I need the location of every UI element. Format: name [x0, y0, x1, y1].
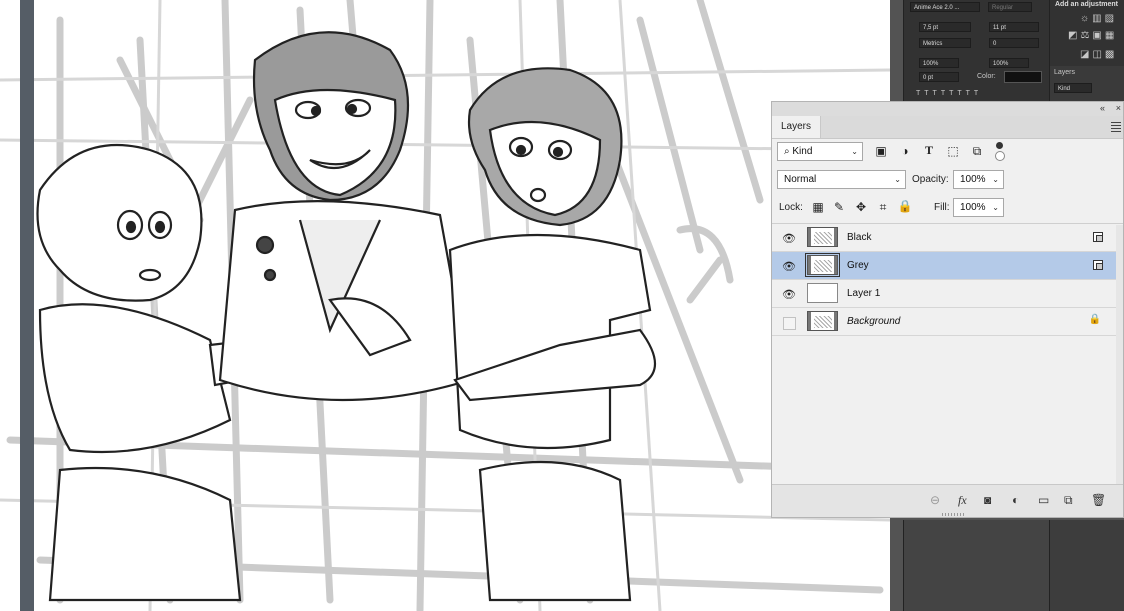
- add-mask-icon[interactable]: ◙: [984, 493, 991, 507]
- horizontal-scale-field[interactable]: 100%: [989, 58, 1029, 68]
- layer-name[interactable]: Background: [847, 316, 900, 327]
- panel-tab-bar: Layers: [772, 116, 1123, 139]
- fill-field[interactable]: 100% ⌄: [953, 198, 1004, 217]
- tracking-field[interactable]: 0: [989, 38, 1039, 48]
- layer-thumbnail[interactable]: [807, 227, 838, 247]
- mini-layers-filter[interactable]: Kind: [1054, 83, 1092, 93]
- lock-transparent-icon[interactable]: ▦: [810, 200, 826, 214]
- pixel-filter-icon[interactable]: ▣: [873, 144, 889, 158]
- kerning-field[interactable]: Metrics: [919, 38, 971, 48]
- resize-grip[interactable]: [942, 513, 964, 516]
- layer-name[interactable]: Grey: [847, 260, 869, 271]
- type-filter-icon[interactable]: T: [921, 143, 937, 158]
- visibility-eye-icon[interactable]: 👁: [782, 260, 796, 273]
- tab-layers[interactable]: Layers: [772, 116, 822, 138]
- font-size-field[interactable]: 7,5 pt: [919, 22, 971, 32]
- mini-layers-panel: Layers Kind: [1049, 66, 1124, 101]
- smart-object-badge-icon: [1093, 260, 1103, 270]
- layers-footer: ⊖ fx ◙ ◐ ▭ ⧉ 🗑: [772, 484, 1123, 517]
- lock-artboard-icon[interactable]: ⌗: [875, 200, 891, 215]
- mini-layers-tab[interactable]: Layers: [1054, 69, 1075, 76]
- lock-position-move-icon[interactable]: ✥: [853, 200, 869, 214]
- fill-label: Fill:: [934, 202, 950, 213]
- text-color-swatch[interactable]: [1004, 71, 1042, 83]
- text-style-buttons[interactable]: TTTTTTTT: [916, 90, 982, 97]
- delete-layer-trash-icon[interactable]: 🗑: [1091, 493, 1106, 507]
- chevron-down-icon: ⌄: [851, 147, 858, 156]
- visibility-toggle-empty[interactable]: [783, 317, 796, 330]
- new-layer-icon[interactable]: ⧉: [1064, 493, 1073, 508]
- layer-row-background[interactable]: Background 🔒: [772, 308, 1117, 336]
- fx-icon[interactable]: fx: [958, 493, 967, 508]
- filter-kind-select[interactable]: ⌕ Kind ⌄: [777, 142, 863, 161]
- dock-lower-area: [903, 520, 1049, 611]
- panel-title-bar[interactable]: « ×: [772, 102, 1123, 117]
- opacity-value: 100%: [960, 174, 986, 185]
- layers-panel[interactable]: « × Layers ⌕ Kind ⌄ ▣ ◑ T ⬚ ⧉ Normal ⌄ O…: [771, 101, 1124, 518]
- sketch-artwork: [0, 0, 890, 611]
- close-icon[interactable]: ×: [1116, 103, 1121, 113]
- smart-object-badge-icon: [1093, 232, 1103, 242]
- visibility-eye-icon[interactable]: 👁: [782, 232, 796, 245]
- adjustment-icons-row3[interactable]: ◪◫▩: [1080, 49, 1117, 60]
- lock-label: Lock:: [779, 202, 803, 213]
- collapse-icon[interactable]: «: [1100, 103, 1105, 113]
- dock-lower-area-right: [1049, 520, 1124, 611]
- layer-name[interactable]: Black: [847, 232, 871, 243]
- layer-row-grey[interactable]: 👁 Grey: [772, 252, 1117, 280]
- adjustment-icons-row1[interactable]: ☼▥▨: [1080, 13, 1117, 24]
- link-layers-icon[interactable]: ⊖: [930, 493, 940, 507]
- layers-scrollbar[interactable]: [1116, 225, 1123, 485]
- lock-icon: 🔒: [1088, 314, 1101, 325]
- character-panel: Anime Ace 2.0 ... Regular 7,5 pt 11 pt M…: [903, 0, 1049, 101]
- filter-toggle-icon[interactable]: [995, 142, 1005, 161]
- font-style-select[interactable]: Regular: [988, 2, 1032, 12]
- lock-image-brush-icon[interactable]: ✎: [831, 200, 847, 214]
- new-group-folder-icon[interactable]: ▭: [1038, 493, 1049, 507]
- visibility-eye-icon[interactable]: 👁: [782, 288, 796, 301]
- chevron-down-icon: ⌄: [894, 175, 901, 184]
- layer-name[interactable]: Layer 1: [847, 288, 880, 299]
- panel-menu-icon[interactable]: [1111, 120, 1121, 134]
- layer-row-layer-1[interactable]: 👁 Layer 1: [772, 280, 1117, 308]
- adjustment-icons-row2[interactable]: ◩⚖▣▦: [1068, 30, 1117, 41]
- color-label: Color:: [977, 73, 996, 80]
- font-family-select[interactable]: Anime Ace 2.0 ...: [910, 2, 980, 12]
- adjustments-panel: Add an adjustment ☼▥▨ ◩⚖▣▦ ◪◫▩: [1049, 0, 1124, 66]
- layer-row-black[interactable]: 👁 Black: [772, 224, 1117, 252]
- smart-object-filter-icon[interactable]: ⧉: [969, 144, 985, 159]
- lock-all-icon[interactable]: 🔒: [897, 199, 913, 213]
- fill-value: 100%: [960, 202, 986, 213]
- filter-kind-label: Kind: [792, 146, 813, 157]
- chevron-down-icon: ⌄: [992, 203, 999, 212]
- adjustment-filter-icon[interactable]: ◑: [897, 144, 913, 158]
- adjustments-title: Add an adjustment: [1055, 1, 1119, 8]
- leading-field[interactable]: 11 pt: [989, 22, 1039, 32]
- blend-mode-label: Normal: [784, 174, 817, 185]
- layer-thumbnail[interactable]: [805, 253, 840, 277]
- vertical-scale-field[interactable]: 100%: [919, 58, 959, 68]
- chevron-down-icon: ⌄: [992, 175, 999, 184]
- layer-thumbnail[interactable]: [807, 283, 838, 303]
- opacity-field[interactable]: 100% ⌄: [953, 170, 1004, 189]
- baseline-shift-field[interactable]: 0 pt: [919, 72, 959, 82]
- shape-filter-icon[interactable]: ⬚: [945, 144, 961, 158]
- blend-mode-select[interactable]: Normal ⌄: [777, 170, 906, 189]
- opacity-label: Opacity:: [912, 174, 949, 185]
- layer-thumbnail[interactable]: [807, 311, 838, 331]
- new-adjustment-layer-icon[interactable]: ◐: [1012, 493, 1019, 507]
- document-canvas[interactable]: [0, 0, 890, 611]
